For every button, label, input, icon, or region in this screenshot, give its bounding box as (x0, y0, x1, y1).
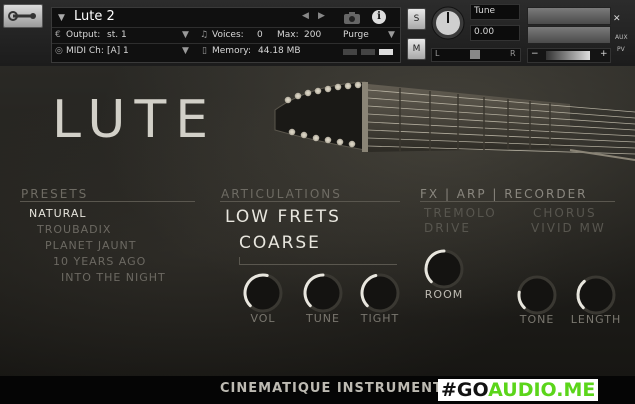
tone-knob[interactable] (514, 272, 560, 318)
max-voices-label: Max: (277, 30, 299, 40)
instrument-name[interactable]: Lute 2 (74, 9, 115, 24)
volume-fill (546, 51, 590, 60)
output-icon: € (55, 30, 61, 40)
memory-label: Memory: (212, 46, 251, 56)
watermark-text-green: AUDIO.ME (488, 379, 596, 401)
fx-divider (420, 201, 615, 202)
voices-icon: ♫ (200, 30, 209, 40)
close-icon[interactable]: ✕ (613, 14, 621, 24)
pan-left-label: L (435, 49, 440, 58)
output-label: Output: (66, 30, 101, 40)
articulation-item[interactable]: LOW FRETS (225, 207, 341, 227)
level-meter-right (527, 26, 611, 44)
next-instrument-icon[interactable]: ▶ (318, 11, 325, 21)
articulation-underline (239, 264, 397, 265)
purge-indicator (343, 49, 357, 55)
fx-option[interactable]: VIVID MW (531, 221, 606, 235)
instrument-info-panel: ▼ Lute 2 ◀ ▶ i € Output: st. 1 ▼ ♫ Voice… (51, 7, 401, 63)
voices-value: 0 (257, 30, 263, 40)
output-dropdown-icon[interactable]: ▼ (182, 30, 189, 40)
memory-icon: ▯ (202, 46, 207, 56)
instrument-header: ▼ Lute 2 ◀ ▶ i € Output: st. 1 ▼ ♫ Voice… (0, 0, 635, 67)
footer-bar: CINEMATIQUE INSTRUMENTS #GOAUDIO.ME (0, 376, 635, 404)
wrench-icon[interactable] (3, 4, 43, 28)
watermark-text: #GO (441, 379, 489, 401)
room-knob[interactable] (421, 246, 467, 292)
length-knob[interactable] (573, 272, 619, 318)
length-knob-label: LENGTH (570, 313, 622, 326)
vol-knob[interactable] (240, 270, 286, 316)
brand-name: CINEMATIQUE INSTRUMENTS (220, 381, 454, 396)
articulations-divider (220, 201, 400, 202)
midi-dropdown-icon[interactable]: ▼ (182, 46, 189, 56)
fx-option[interactable]: DRIVE (424, 221, 471, 235)
tune-value-box[interactable]: 0.00 (470, 25, 520, 41)
volume-minus-label: − (531, 49, 539, 59)
articulation-item[interactable]: COARSE (239, 233, 321, 253)
purge-indicator (361, 49, 375, 55)
mute-button[interactable]: M (407, 38, 426, 60)
preset-item[interactable]: INTO THE NIGHT (61, 271, 166, 284)
camera-icon[interactable] (342, 10, 362, 24)
preset-item[interactable]: PLANET JAUNT (45, 239, 137, 252)
pan-handle[interactable] (470, 50, 480, 59)
presets-divider (20, 201, 195, 202)
vol-knob-label: VOL (250, 312, 276, 325)
instrument-main-panel: LUTE PRESETS NATURAL TROUBADIX PLANET JA… (0, 66, 635, 376)
lute-neck-illustration (274, 81, 635, 161)
kontakt-instrument-window: ▼ Lute 2 ◀ ▶ i € Output: st. 1 ▼ ♫ Voice… (0, 0, 635, 404)
articulations-title: ARTICULATIONS (221, 187, 342, 201)
output-value[interactable]: st. 1 (107, 30, 127, 40)
aux-button[interactable]: AUX (615, 34, 628, 41)
prev-instrument-icon[interactable]: ◀ (302, 11, 309, 21)
tone-knob-label: TONE (519, 313, 555, 326)
pv-button[interactable]: PV (617, 46, 625, 53)
memory-value: 44.18 MB (258, 46, 301, 56)
fx-option[interactable]: CHORUS (533, 206, 597, 220)
tune-knob-main[interactable] (300, 270, 346, 316)
pan-slider[interactable]: L R (431, 48, 521, 62)
purge-dropdown-icon[interactable]: ▼ (388, 30, 395, 40)
pan-right-label: R (510, 49, 516, 58)
purge-indicator (379, 49, 393, 55)
tune-value: 0.00 (474, 27, 495, 37)
tune-knob-label: TUNE (306, 312, 340, 325)
info-icon[interactable]: i (372, 10, 386, 24)
max-voices-value[interactable]: 200 (304, 30, 321, 40)
midi-channel-value[interactable]: [A] 1 (107, 46, 129, 56)
fx-arp-recorder-tabs[interactable]: FX | ARP | RECORDER (420, 187, 588, 201)
solo-button[interactable]: S (407, 8, 426, 30)
tune-knob[interactable] (430, 5, 466, 41)
purge-menu[interactable]: Purge (343, 30, 369, 40)
presets-title: PRESETS (21, 187, 89, 201)
midi-icon: ◎ (55, 46, 63, 56)
preset-item[interactable]: TROUBADIX (37, 223, 111, 236)
watermark-logo: #GOAUDIO.ME (438, 379, 599, 401)
preset-item[interactable]: NATURAL (29, 207, 87, 220)
level-meter-left (527, 7, 611, 25)
room-knob-label: ROOM (424, 288, 464, 301)
instrument-title: LUTE (52, 90, 218, 150)
voices-label: Voices: (212, 30, 244, 40)
tight-knob[interactable] (357, 270, 403, 316)
tune-label: Tune (474, 6, 496, 16)
tune-label-box: Tune (470, 4, 520, 20)
fx-option[interactable]: TREMOLO (424, 206, 497, 220)
collapse-arrow-icon[interactable]: ▼ (58, 13, 65, 23)
midi-channel-label: MIDI Ch: (66, 46, 104, 56)
volume-slider[interactable]: − + (527, 48, 611, 63)
tight-knob-label: TIGHT (360, 312, 400, 325)
volume-plus-label: + (600, 49, 608, 59)
preset-item[interactable]: 10 YEARS AGO (53, 255, 146, 268)
